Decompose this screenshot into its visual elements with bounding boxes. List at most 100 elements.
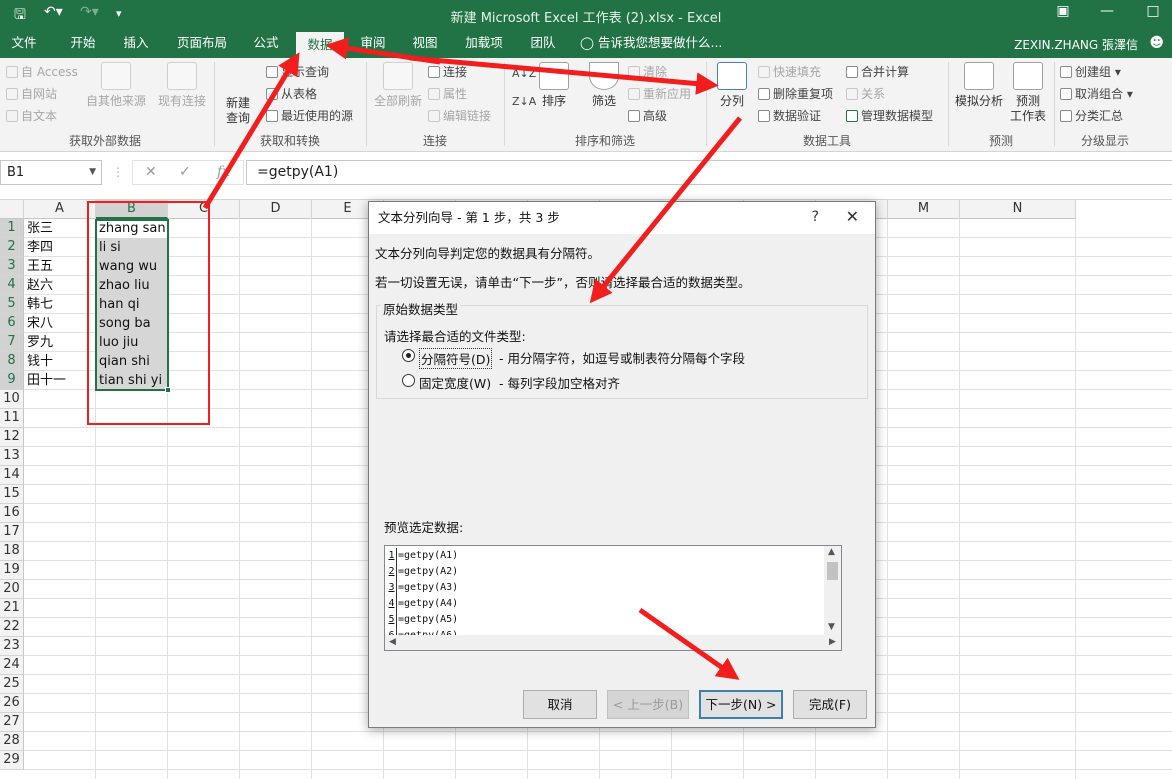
- row-header-6[interactable]: 6: [0, 314, 24, 333]
- from-access-button[interactable]: 自 Access: [6, 64, 78, 80]
- tab-review[interactable]: 审阅: [350, 30, 396, 58]
- row-header-16[interactable]: 16: [0, 504, 24, 523]
- new-query-button[interactable]: 新建 查询: [220, 68, 256, 126]
- help-button[interactable]: ?: [812, 209, 819, 225]
- ungroup-button[interactable]: 取消组合 ▾: [1060, 86, 1133, 102]
- from-table-button[interactable]: 从表格: [266, 86, 317, 102]
- reapply-button[interactable]: 重新应用: [628, 86, 691, 102]
- row-header-21[interactable]: 21: [0, 599, 24, 618]
- cancel-button[interactable]: 取消: [523, 690, 597, 719]
- scroll-left-icon[interactable]: ◀: [389, 637, 396, 647]
- scroll-up-icon[interactable]: ▲: [828, 547, 835, 557]
- row-header-27[interactable]: 27: [0, 713, 24, 732]
- row-header-18[interactable]: 18: [0, 542, 24, 561]
- row-header-29[interactable]: 29: [0, 751, 24, 770]
- scroll-right-icon[interactable]: ▶: [829, 637, 836, 647]
- row-header-7[interactable]: 7: [0, 333, 24, 352]
- data-model-button[interactable]: 管理数据模型: [846, 108, 933, 124]
- preview-box[interactable]: 1 =getpy(A1) 2 =getpy(A2) 3 =getpy(A3) 4 =getpy…: [384, 545, 842, 651]
- row-header-26[interactable]: 26: [0, 694, 24, 713]
- from-web-button[interactable]: 自网站: [6, 86, 57, 102]
- back-button[interactable]: < 上一步(B): [607, 690, 689, 719]
- row-header-20[interactable]: 20: [0, 580, 24, 599]
- subtotal-button[interactable]: 分类汇总: [1060, 108, 1123, 124]
- forecast-sheet-button[interactable]: 预测 工作表: [1008, 62, 1048, 124]
- ribbon-display-icon[interactable]: ▣: [1050, 3, 1076, 25]
- close-icon[interactable]: ✕: [846, 207, 859, 226]
- tab-data[interactable]: 数据: [296, 30, 344, 58]
- name-box[interactable]: B1 ▼: [0, 160, 102, 185]
- column-header-M[interactable]: M: [888, 200, 960, 219]
- scroll-thumb[interactable]: [827, 562, 838, 580]
- insert-function-icon[interactable]: fx: [217, 164, 230, 180]
- column-header-N[interactable]: N: [960, 200, 1076, 219]
- next-button[interactable]: 下一步(N) >: [699, 690, 783, 719]
- tab-home[interactable]: 开始: [56, 30, 110, 58]
- row-header-24[interactable]: 24: [0, 656, 24, 675]
- row-header-8[interactable]: 8: [0, 352, 24, 371]
- select-all-corner[interactable]: [0, 200, 24, 219]
- row-header-15[interactable]: 15: [0, 485, 24, 504]
- from-text-button[interactable]: 自文本: [6, 108, 57, 124]
- cell-A9[interactable]: 田十一: [24, 371, 96, 390]
- user-name[interactable]: ZEXIN.ZHANG 張澤信: [1014, 36, 1138, 53]
- cell-A5[interactable]: 韩七: [24, 295, 96, 314]
- refresh-all-button[interactable]: 全部刷新: [370, 62, 426, 109]
- user-avatar-icon[interactable]: ☻: [1149, 35, 1164, 51]
- row-header-9[interactable]: 9: [0, 371, 24, 390]
- row-header-14[interactable]: 14: [0, 466, 24, 485]
- relationships-button[interactable]: 关系: [846, 86, 885, 102]
- recent-sources-button[interactable]: 最近使用的源: [266, 108, 353, 124]
- data-validation-button[interactable]: 数据验证: [758, 108, 821, 124]
- formula-input[interactable]: =getpy(A1): [246, 160, 1172, 185]
- row-header-1[interactable]: 1: [0, 219, 24, 238]
- minimize-icon[interactable]: —: [1094, 3, 1120, 25]
- row-header-12[interactable]: 12: [0, 428, 24, 447]
- sort-button[interactable]: 排序: [536, 62, 572, 109]
- tell-me-box[interactable]: ◯ 告诉我您想要做什么...: [580, 30, 730, 58]
- other-sources-button[interactable]: 自其他来源: [84, 62, 148, 109]
- fixed-width-radio[interactable]: [402, 374, 415, 387]
- cell-A7[interactable]: 罗九: [24, 333, 96, 352]
- row-header-2[interactable]: 2: [0, 238, 24, 257]
- tab-addins[interactable]: 加载项: [454, 30, 514, 58]
- clear-filter-button[interactable]: 清除: [628, 64, 667, 80]
- sort-za-icon[interactable]: Z↓A: [512, 94, 536, 110]
- flash-fill-button[interactable]: 快速填充: [758, 64, 821, 80]
- row-header-22[interactable]: 22: [0, 618, 24, 637]
- consolidate-button[interactable]: 合并计算: [846, 64, 909, 80]
- show-queries-button[interactable]: 显示查询: [266, 64, 329, 80]
- edit-links-button[interactable]: 编辑链接: [428, 108, 491, 124]
- cell-A3[interactable]: 王五: [24, 257, 96, 276]
- cancel-icon[interactable]: ✕: [145, 164, 157, 180]
- delimited-label[interactable]: 分隔符号(D): [419, 348, 493, 369]
- connections-button[interactable]: 连接: [428, 64, 467, 80]
- cell-A6[interactable]: 宋八: [24, 314, 96, 333]
- group-button[interactable]: 创建组 ▾: [1060, 64, 1121, 80]
- advanced-filter-button[interactable]: 高级: [628, 108, 667, 124]
- enter-icon[interactable]: ✓: [179, 164, 191, 180]
- row-header-5[interactable]: 5: [0, 295, 24, 314]
- column-header-D[interactable]: D: [240, 200, 312, 219]
- existing-connections-button[interactable]: 现有连接: [154, 62, 210, 109]
- row-header-17[interactable]: 17: [0, 523, 24, 542]
- tab-view[interactable]: 视图: [402, 30, 448, 58]
- cell-A8[interactable]: 钱十: [24, 352, 96, 371]
- tab-page-layout[interactable]: 页面布局: [166, 30, 238, 58]
- delimited-radio[interactable]: [402, 349, 415, 362]
- row-header-4[interactable]: 4: [0, 276, 24, 295]
- finish-button[interactable]: 完成(F): [793, 690, 867, 719]
- properties-button[interactable]: 属性: [428, 86, 467, 102]
- preview-horizontal-scrollbar[interactable]: ◀ ▶: [385, 635, 841, 650]
- what-if-button[interactable]: 模拟分析: [952, 62, 1006, 109]
- filter-button[interactable]: 筛选: [586, 62, 622, 109]
- cell-A1[interactable]: 张三: [24, 219, 96, 238]
- maximize-icon[interactable]: □: [1140, 3, 1166, 25]
- row-header-23[interactable]: 23: [0, 637, 24, 656]
- cell-A2[interactable]: 李四: [24, 238, 96, 257]
- cell-A4[interactable]: 赵六: [24, 276, 96, 295]
- row-header-3[interactable]: 3: [0, 257, 24, 276]
- column-header-A[interactable]: A: [24, 200, 96, 219]
- remove-duplicates-button[interactable]: 删除重复项: [758, 86, 833, 102]
- tab-insert[interactable]: 插入: [110, 30, 162, 58]
